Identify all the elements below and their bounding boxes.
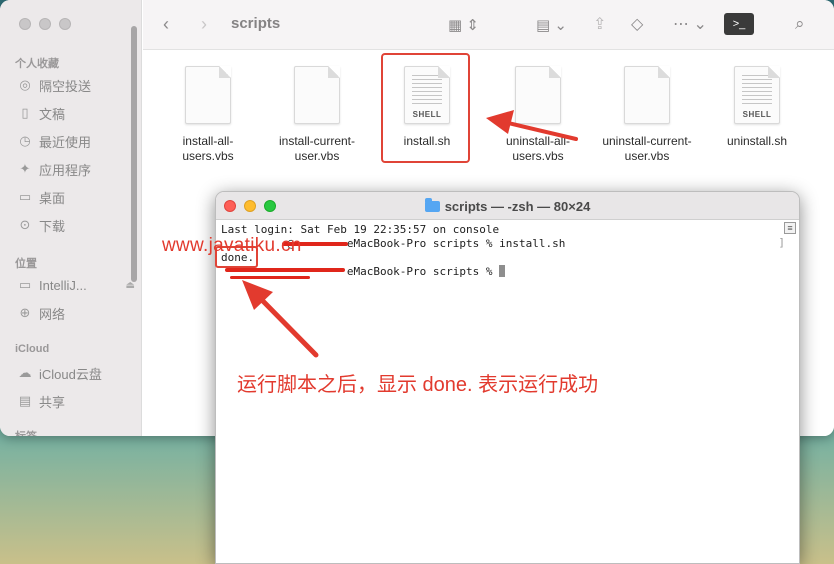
file-item[interactable]: SHELL uninstall.sh (702, 66, 812, 149)
sidebar-item-applications[interactable]: ✦ 应用程序 (17, 160, 135, 178)
file-name: uninstall-current-user.vbs (602, 134, 692, 163)
sidebar-item-icloud-drive[interactable]: ☁ iCloud云盘 (17, 364, 135, 382)
sidebar-item-label: iCloud云盘 (39, 366, 102, 382)
share-icon[interactable]: ⇪ (593, 14, 606, 34)
terminal-titlebar: scripts — -zsh — 80×24 (216, 192, 799, 220)
sidebar-item-intellij-disk[interactable]: ▭ IntelliJ... ⏏ (17, 276, 135, 294)
file-name: install-current-user.vbs (278, 134, 356, 163)
document-icon: ▯ (21, 105, 29, 120)
sidebar-item-label: 共享 (39, 394, 66, 410)
sidebar-item-label: 最近使用 (39, 134, 92, 150)
shell-script-icon: SHELL (734, 66, 780, 124)
file-name: install-all-users.vbs (182, 134, 234, 163)
blank-document-icon (515, 66, 561, 124)
sidebar-section-icloud: iCloud (15, 343, 50, 355)
airdrop-icon: ◎ (19, 77, 31, 92)
sidebar-item-network[interactable]: ⊕ 网络 (17, 304, 135, 322)
redaction-mark (230, 276, 310, 279)
text-cursor (499, 265, 506, 277)
group-by-icon[interactable]: ▤ ⌄ (536, 16, 567, 34)
sidebar-item-label: IntelliJ... (39, 277, 87, 293)
blank-document-icon (185, 66, 231, 124)
back-chevron-icon[interactable]: ‹ (163, 14, 169, 35)
disk-icon: ▭ (18, 277, 32, 292)
applications-icon: ✦ (19, 161, 31, 176)
terminal-line: done. (221, 251, 255, 264)
cloud-icon: ☁ (18, 365, 32, 380)
window-title: scripts (231, 15, 281, 32)
sidebar-section-locations: 位置 (15, 258, 37, 270)
network-icon: ⊕ (19, 305, 31, 320)
annotation-caption: 运行脚本之后，显示 done. 表示运行成功 (237, 374, 599, 396)
window-controls (19, 18, 71, 30)
finder-toolbar: ‹ › scripts ▦ ⇕ ▤ ⌄ ⇪ ◇ ⋯ ⌄ >_ ⌕ (143, 0, 834, 50)
terminal-app-icon[interactable]: >_ (724, 13, 754, 35)
sidebar-scrollbar[interactable] (131, 26, 137, 282)
watermark: www.javatiku.cn (162, 235, 302, 256)
sidebar-item-label: 桌面 (39, 190, 66, 206)
more-actions-icon[interactable]: ⋯ ⌄ (673, 14, 707, 34)
terminal-line: Last login: Sat Feb 19 22:35:57 on conso… (221, 223, 500, 236)
sidebar-item-documents[interactable]: ▯ 文稿 (17, 104, 135, 122)
shared-folder-icon: ▤ (18, 393, 32, 408)
close-button[interactable] (19, 18, 31, 30)
sidebar-item-label: 应用程序 (39, 162, 92, 178)
sidebar-item-label: 隔空投送 (39, 78, 92, 94)
view-grid-icon[interactable]: ▦ ⇕ (448, 16, 479, 34)
sidebar-item-recents[interactable]: ◷ 最近使用 (17, 132, 135, 150)
sidebar-section-tags: 标签 (15, 428, 37, 436)
desktop-icon: ▭ (18, 189, 32, 204)
folder-icon (424, 198, 440, 212)
sidebar-section-favorites: 个人收藏 (15, 58, 59, 70)
sidebar-item-label: 下载 (39, 218, 66, 234)
sidebar-item-desktop[interactable]: ▭ 桌面 (17, 188, 135, 206)
redaction-mark (225, 268, 345, 272)
zoom-button[interactable] (59, 18, 71, 30)
sidebar-item-label: 文稿 (39, 106, 66, 122)
blank-document-icon (624, 66, 670, 124)
sidebar-item-label: 网络 (39, 306, 66, 322)
sidebar-item-downloads[interactable]: ⊙ 下载 (17, 216, 135, 234)
file-item[interactable]: install-current-user.vbs (262, 66, 372, 164)
forward-chevron-icon[interactable]: › (201, 14, 207, 35)
blank-document-icon (294, 66, 340, 124)
sidebar-item-airdrop[interactable]: ◎ 隔空投送 (17, 76, 135, 94)
terminal-title: scripts — -zsh — 80×24 (216, 198, 799, 214)
minimize-button[interactable] (39, 18, 51, 30)
sidebar-item-shared[interactable]: ▤ 共享 (17, 392, 135, 410)
file-name: uninstall.sh (726, 134, 788, 148)
file-item[interactable]: install-all-users.vbs (153, 66, 263, 164)
download-icon: ⊙ (19, 217, 31, 232)
finder-sidebar: 个人收藏 ◎ 隔空投送 ▯ 文稿 ◷ 最近使用 ✦ 应用程序 ▭ 桌面 ⊙ 下载… (0, 0, 142, 436)
file-item[interactable]: uninstall-current-user.vbs (592, 66, 702, 164)
highlight-box (381, 53, 470, 163)
file-name: uninstall-all-users.vbs (505, 134, 571, 163)
tag-icon[interactable]: ◇ (631, 14, 643, 34)
file-item[interactable]: uninstall-all-users.vbs (483, 66, 593, 164)
clock-icon: ◷ (19, 133, 31, 148)
scroll-marker-icon[interactable]: ≡ (784, 222, 796, 234)
search-icon[interactable]: ⌕ (795, 14, 805, 34)
